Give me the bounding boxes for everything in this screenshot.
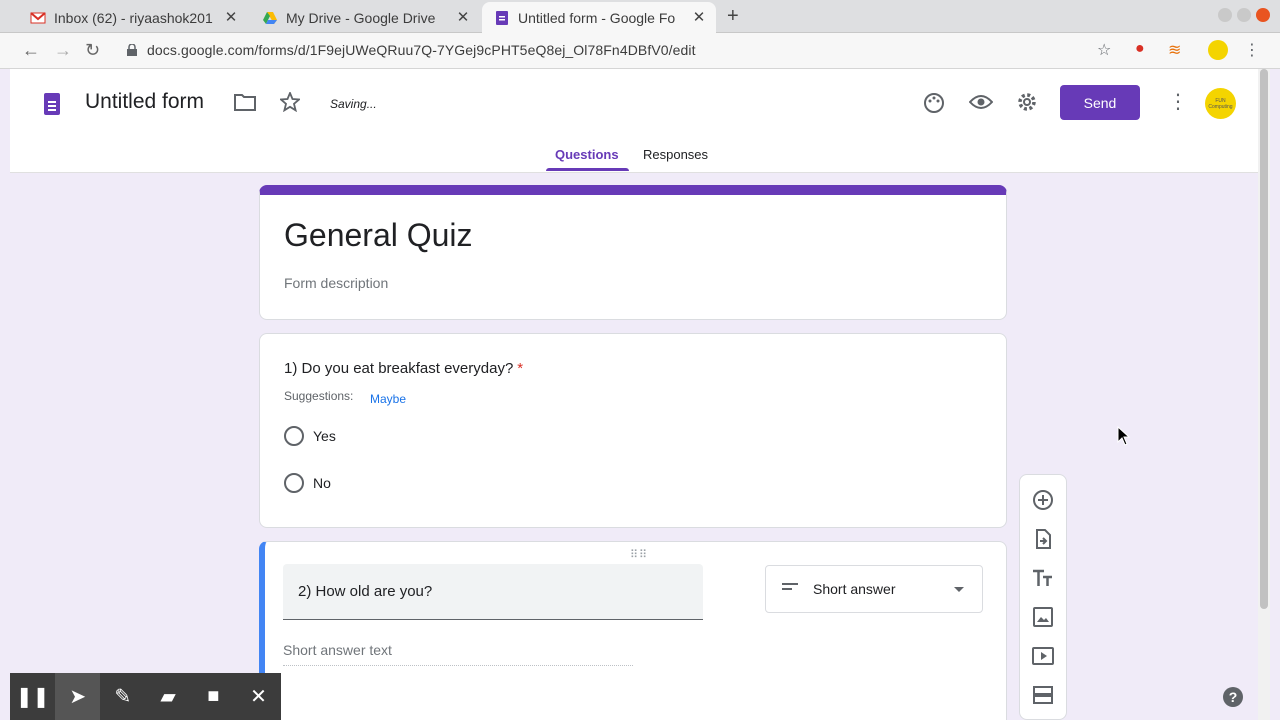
tab-title: My Drive - Google Drive: [286, 9, 436, 26]
window-close-icon[interactable]: [1256, 8, 1270, 22]
question-text: 2) How old are you?: [298, 583, 433, 600]
url-input[interactable]: docs.google.com/forms/d/1F9ejUWeQRuu7Q-7…: [147, 42, 696, 58]
forward-icon[interactable]: →: [54, 40, 72, 61]
window-controls: [1218, 8, 1270, 22]
browser-tab-bar: Inbox (62) - riyaashok201 ✕ My Drive - G…: [0, 0, 1280, 33]
forms-icon: [496, 10, 508, 25]
bookmark-star-icon[interactable]: ☆: [1097, 40, 1111, 60]
scrollbar-thumb[interactable]: [1260, 69, 1268, 609]
question-text: 1) Do you eat breakfast everyday?: [284, 360, 514, 377]
back-icon[interactable]: ←: [22, 40, 40, 61]
dropdown-arrow-icon: [954, 587, 964, 592]
add-title-icon[interactable]: [1031, 566, 1055, 590]
address-bar: ← → ↻ docs.google.com/forms/d/1F9ejUWeQR…: [0, 33, 1280, 69]
suggestions-label: Suggestions:: [284, 389, 354, 403]
minimize-icon[interactable]: [1218, 8, 1232, 22]
suggestion-chip[interactable]: Maybe: [370, 392, 406, 406]
help-icon[interactable]: ?: [1223, 687, 1243, 707]
short-answer-icon: [782, 582, 798, 592]
folder-icon[interactable]: [234, 93, 256, 111]
tab-inbox[interactable]: Inbox (62) - riyaashok201 ✕: [18, 2, 248, 33]
add-video-icon[interactable]: [1031, 644, 1055, 668]
forms-header: Untitled form Saving... Send ⋮ FUN Compu…: [10, 69, 1258, 173]
pen-icon[interactable]: ✎: [100, 673, 145, 720]
preview-eye-icon[interactable]: [969, 94, 993, 110]
profile-icon[interactable]: [1208, 40, 1228, 60]
extension-icon[interactable]: ●: [1135, 40, 1145, 58]
more-options-icon[interactable]: ⋮: [1168, 89, 1188, 114]
import-questions-icon[interactable]: [1031, 527, 1055, 551]
drag-handle-icon[interactable]: ⠿⠿: [630, 548, 648, 561]
form-title[interactable]: General Quiz: [284, 217, 473, 254]
reload-icon[interactable]: ↻: [85, 40, 100, 61]
form-description-field[interactable]: Form description: [284, 275, 388, 291]
pause-icon[interactable]: ❚❚: [10, 673, 55, 720]
question-card[interactable]: 1) Do you eat breakfast everyday? * Sugge…: [259, 333, 1007, 528]
save-status: Saving...: [330, 97, 377, 111]
extension-icon[interactable]: ≋: [1168, 40, 1181, 60]
maximize-icon[interactable]: [1237, 8, 1251, 22]
mouse-cursor-icon: [1117, 426, 1131, 446]
add-question-icon[interactable]: [1031, 488, 1055, 512]
highlighter-icon[interactable]: ▰: [146, 673, 191, 720]
tab-drive[interactable]: My Drive - Google Drive ✕: [250, 2, 480, 33]
settings-gear-icon[interactable]: [1016, 91, 1038, 113]
page-scrollbar[interactable]: [1258, 69, 1270, 720]
question-card-active[interactable]: ⠿⠿ 2) How old are you? Short answer Shor…: [259, 541, 1007, 720]
new-tab-icon[interactable]: +: [727, 5, 739, 28]
close-icon[interactable]: ✕: [690, 8, 708, 26]
browser-menu-icon[interactable]: ⋮: [1244, 40, 1260, 60]
close-icon[interactable]: ✕: [222, 8, 240, 26]
question-toolbar: [1019, 474, 1067, 720]
add-section-icon[interactable]: [1031, 683, 1055, 707]
add-image-icon[interactable]: [1031, 605, 1055, 629]
tab-questions[interactable]: Questions: [555, 147, 619, 162]
send-button[interactable]: Send: [1060, 85, 1140, 120]
camera-icon[interactable]: ■: [191, 673, 236, 720]
tab-forms[interactable]: Untitled form - Google Fo ✕: [482, 2, 716, 33]
form-title-card[interactable]: General Quiz Form description: [259, 185, 1007, 320]
star-icon[interactable]: [280, 92, 300, 112]
close-icon[interactable]: ✕: [236, 673, 281, 720]
required-asterisk: *: [517, 360, 524, 377]
lock-icon: [127, 44, 137, 56]
gmail-icon: [30, 11, 46, 23]
palette-icon[interactable]: [923, 92, 945, 114]
radio-button[interactable]: [284, 426, 304, 446]
question-type-dropdown[interactable]: Short answer: [765, 565, 983, 613]
avatar[interactable]: FUN Computing: [1205, 88, 1236, 119]
short-answer-placeholder: Short answer text: [283, 642, 633, 666]
tab-title: Untitled form - Google Fo: [518, 9, 676, 26]
active-tab-indicator: [546, 168, 629, 171]
drive-icon: [263, 11, 277, 24]
option-label: Yes: [313, 428, 336, 444]
forms-logo-icon[interactable]: [44, 93, 60, 115]
close-icon[interactable]: ✕: [454, 8, 472, 26]
tab-title: Inbox (62) - riyaashok201: [54, 9, 213, 26]
question-type-label: Short answer: [813, 581, 896, 597]
recording-toolbar: ❚❚ ➤ ✎ ▰ ■ ✕: [10, 673, 281, 720]
radio-button[interactable]: [284, 473, 304, 493]
question-title-input[interactable]: 2) How old are you?: [283, 564, 703, 620]
pointer-icon[interactable]: ➤: [55, 673, 101, 720]
tab-responses[interactable]: Responses: [643, 147, 708, 162]
question-title: 1) Do you eat breakfast everyday? *: [284, 360, 523, 377]
option-label: No: [313, 475, 331, 491]
document-title[interactable]: Untitled form: [85, 90, 204, 114]
